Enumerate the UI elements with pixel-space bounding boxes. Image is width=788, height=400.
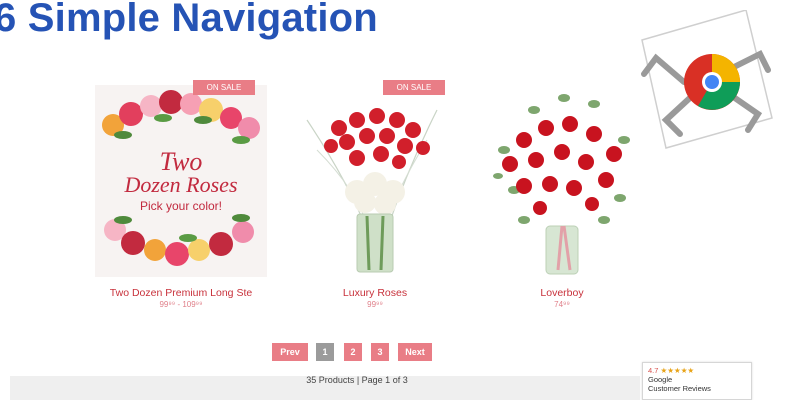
product-image[interactable]: Two Dozen Roses Pick your color! [93,80,269,280]
product-card[interactable]: Two Dozen Roses Pick your color! ON SALE… [93,80,269,318]
page-button-3[interactable]: 3 [371,343,389,361]
prev-button[interactable]: Prev [272,343,308,361]
image-text: Pick your color! [140,199,222,213]
rating-value: 4.7 [648,366,659,375]
badge-line: Customer Reviews [648,384,711,393]
product-price: 99⁹⁹ - 109⁹⁹ [159,300,203,309]
product-image[interactable] [287,80,463,280]
page-button-1[interactable]: 1 [316,343,334,361]
google-reviews-badge[interactable]: 4.7 ★★★★★ Google Customer Reviews [642,362,752,400]
next-button[interactable]: Next [398,343,432,361]
image-text: Dozen Roses [123,172,237,197]
product-image[interactable] [474,80,650,280]
chrome-robot-icon [641,10,773,149]
product-name[interactable]: Luxury Roses [277,287,473,299]
product-name[interactable]: Two Dozen Premium Long Ste [83,287,279,299]
product-card[interactable]: Loverboy 74⁹⁹ [474,80,650,318]
product-price: 99⁹⁹ [367,300,383,309]
slide-title: 6 Simple Navigation [0,0,378,40]
badge-line: Google [648,375,673,384]
product-name[interactable]: Loverboy [464,287,660,299]
on-sale-badge: ON SALE [193,80,255,95]
page-summary: 35 Products | Page 1 of 3 [306,375,408,385]
product-price: 74⁹⁹ [554,300,570,309]
product-card[interactable]: ON SALE Luxury Roses 99⁹⁹ [287,80,463,318]
star-icon: ★★★★★ [660,366,695,375]
on-sale-badge: ON SALE [383,80,445,95]
page-button-2[interactable]: 2 [344,343,362,361]
